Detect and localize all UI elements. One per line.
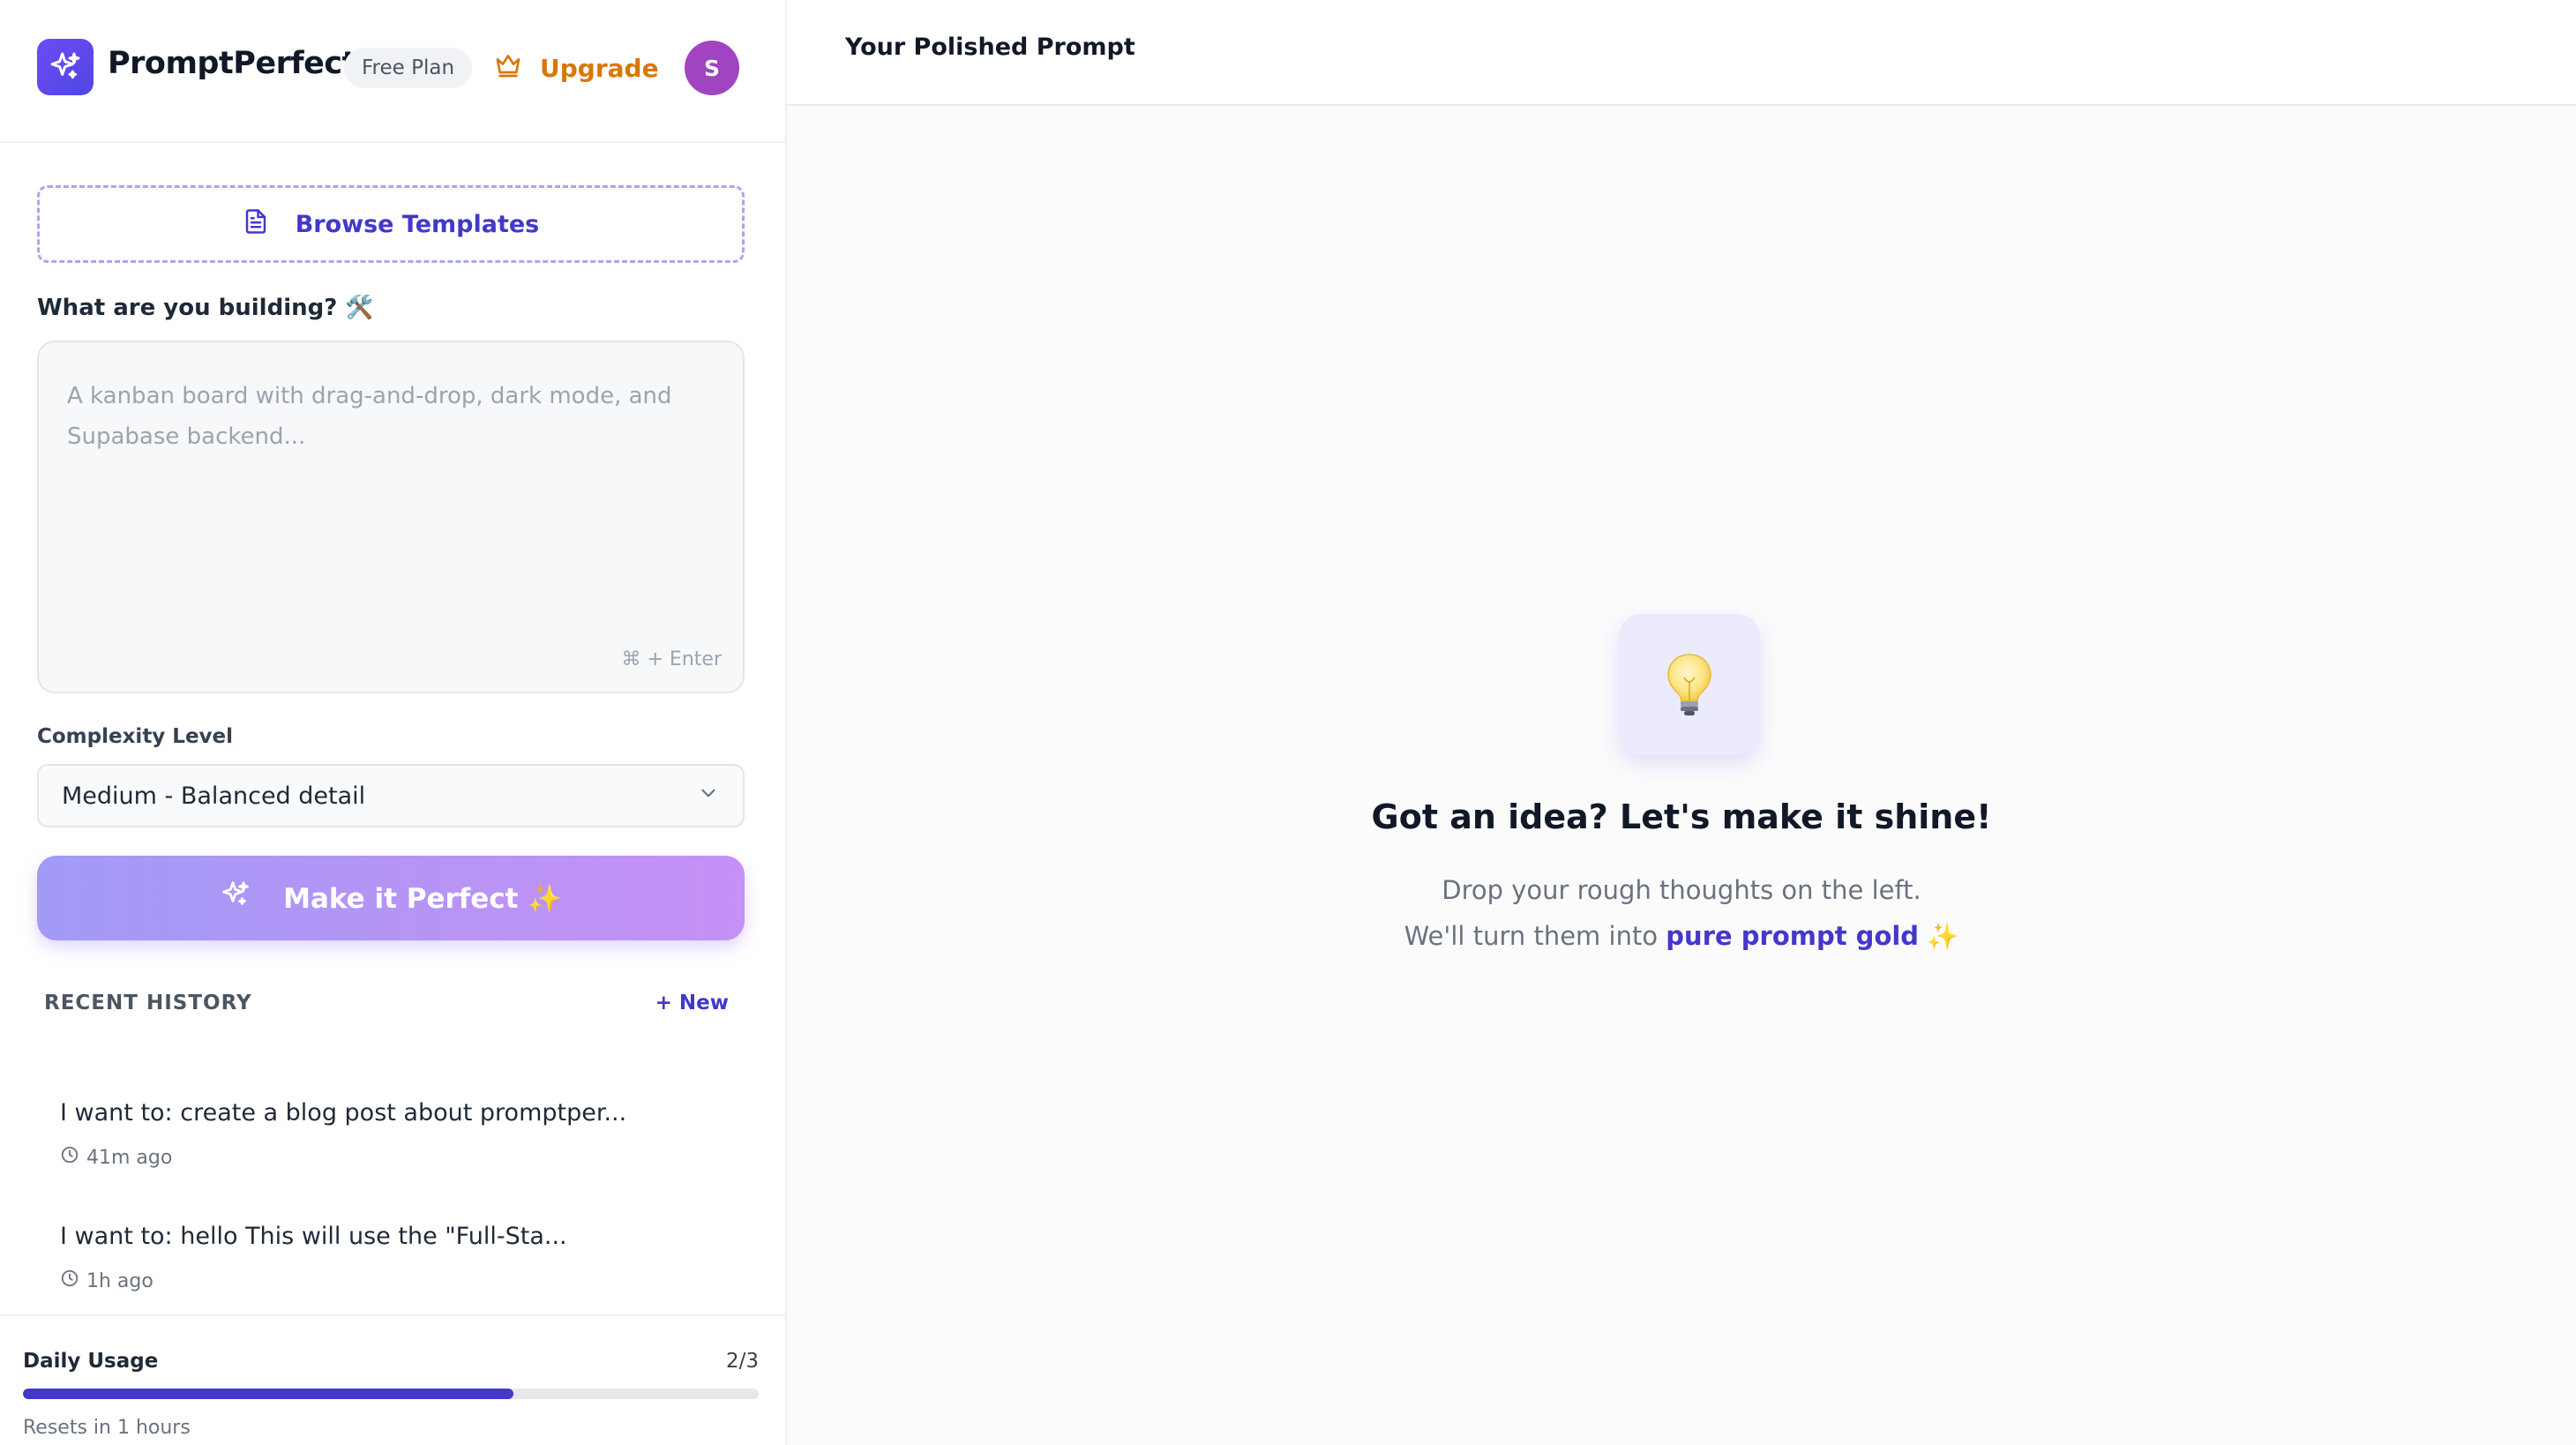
- history-item-time-text: 41m ago: [86, 1146, 173, 1169]
- sparkle-emoji: ✨: [1919, 921, 1959, 951]
- usage-reset-text: Resets in 1 hours: [23, 1417, 191, 1439]
- upgrade-button[interactable]: Upgrade: [494, 46, 659, 90]
- pure-prompt-gold-highlight: pure prompt gold: [1666, 921, 1920, 951]
- prompt-input[interactable]: [39, 342, 743, 692]
- make-it-perfect-button[interactable]: Make it Perfect ✨: [37, 856, 745, 940]
- main-panel: Your Polished Prompt Got an idea? Let's …: [787, 0, 2576, 1445]
- upgrade-label: Upgrade: [540, 53, 659, 83]
- history-item[interactable]: I want to: create a blog post about prom…: [37, 1087, 745, 1193]
- browse-templates-button[interactable]: Browse Templates: [37, 185, 745, 263]
- plan-badge: Free Plan: [344, 48, 473, 88]
- recent-history-heading: RECENT HISTORY: [44, 992, 252, 1014]
- empty-state: Got an idea? Let's make it shine! Drop y…: [787, 0, 2576, 1445]
- user-avatar[interactable]: S: [685, 41, 739, 95]
- complexity-selected-value: Medium - Balanced detail: [62, 782, 366, 810]
- daily-usage-panel: Daily Usage 2/3 Resets in 1 hours: [0, 1314, 785, 1445]
- history-item-title: I want to: hello This will use the "Full…: [60, 1223, 567, 1250]
- history-item-title: I want to: create a blog post about prom…: [60, 1099, 627, 1127]
- document-icon: [243, 208, 269, 241]
- daily-usage-progress-fill: [23, 1389, 514, 1399]
- history-item[interactable]: I want to: hello This will use the "Full…: [37, 1210, 745, 1316]
- logo-sparkle-icon[interactable]: [37, 39, 94, 95]
- history-item-time: 1h ago: [60, 1269, 154, 1293]
- browse-templates-label: Browse Templates: [295, 210, 540, 238]
- sparkles-icon: [220, 879, 251, 917]
- clock-icon: [60, 1145, 79, 1170]
- empty-state-line-1: Drop your rough thoughts on the left.: [1442, 875, 1921, 905]
- complexity-select[interactable]: Medium - Balanced detail: [37, 764, 745, 827]
- daily-usage-count: 2/3: [725, 1350, 759, 1373]
- lightbulb-icon: [1619, 614, 1760, 755]
- complexity-label: Complexity Level: [37, 725, 234, 748]
- make-it-perfect-label: Make it Perfect ✨: [283, 882, 562, 915]
- empty-state-line-2-prefix: We'll turn them into: [1404, 921, 1666, 951]
- history-item-time-text: 1h ago: [86, 1269, 154, 1292]
- prompt-input-wrapper: ⌘ + Enter: [37, 341, 745, 693]
- clock-icon: [60, 1269, 79, 1293]
- prompt-label: What are you building? 🛠️: [37, 295, 374, 321]
- sidebar-header: PromptPerfect Free Plan Upgrade S: [0, 0, 785, 143]
- crown-icon: [494, 51, 522, 86]
- history-item-time: 41m ago: [60, 1145, 172, 1170]
- empty-state-title: Got an idea? Let's make it shine!: [1371, 797, 1992, 836]
- new-prompt-link[interactable]: + New: [655, 992, 729, 1014]
- daily-usage-label: Daily Usage: [23, 1350, 159, 1373]
- app-root: PromptPerfect Free Plan Upgrade S Browse…: [0, 0, 2576, 1445]
- brand-name[interactable]: PromptPerfect: [108, 46, 356, 81]
- chevron-down-icon: [697, 782, 720, 811]
- empty-state-line-2: We'll turn them into pure prompt gold ✨: [787, 921, 2576, 952]
- daily-usage-progress: [23, 1389, 759, 1399]
- sidebar: PromptPerfect Free Plan Upgrade S Browse…: [0, 0, 787, 1445]
- shortcut-hint: ⌘ + Enter: [621, 648, 722, 670]
